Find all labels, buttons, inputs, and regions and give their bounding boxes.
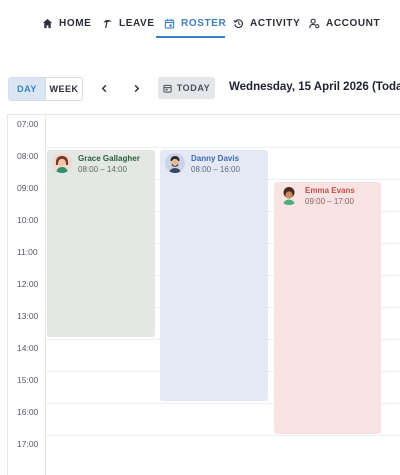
time-label: 13:00 (17, 311, 39, 321)
event-time-range: 09:00 – 17:00 (305, 197, 354, 206)
nav-roster-label: ROSTER (181, 17, 227, 29)
time-label: 10:00 (17, 215, 39, 225)
time-label: 11:00 (17, 247, 38, 257)
avatar (52, 153, 72, 173)
view-toggle: DAY WEEK (8, 77, 83, 101)
nav-leave-label: LEAVE (119, 17, 155, 29)
woman-avatar-icon (52, 153, 72, 173)
time-label: 12:00 (17, 279, 39, 289)
beach-umbrella-icon (103, 19, 112, 28)
avatar (165, 153, 185, 173)
man-avatar-icon (165, 153, 185, 173)
week-view-button[interactable]: WEEK (46, 78, 82, 100)
shift-event-grace-gallagher[interactable]: Grace Gallagher 08:00 – 14:00 (47, 150, 155, 337)
calendar-today-icon (163, 84, 172, 93)
event-time-range: 08:00 – 14:00 (78, 165, 127, 174)
nav-activity[interactable]: ACTIVITY (233, 10, 300, 36)
nav-account-label: ACCOUNT (326, 17, 381, 29)
nav-activity-label: ACTIVITY (250, 17, 301, 29)
today-button-label: TODAY (176, 83, 211, 93)
time-label: 07:00 (17, 119, 39, 129)
top-navigation: HOME LEAVE ROSTER ACTIVITY ACCOUNT (0, 0, 400, 46)
event-employee-name: Emma Evans (305, 186, 355, 195)
previous-day-button[interactable] (95, 79, 113, 97)
time-label: 09:00 (17, 183, 39, 193)
today-button[interactable]: TODAY (158, 77, 215, 99)
nav-home[interactable]: HOME (42, 10, 91, 36)
chevron-right-icon (134, 84, 139, 92)
home-icon (42, 18, 53, 28)
account-settings-icon (309, 18, 320, 28)
event-employee-name: Grace Gallagher (78, 154, 140, 163)
time-label: 15:00 (17, 375, 39, 385)
day-calendar: 07:00 08:00 09:00 10:00 11:00 12:00 13:0… (7, 114, 400, 475)
nav-home-label: HOME (59, 17, 92, 29)
time-label: 08:00 (17, 151, 39, 161)
event-time-range: 08:00 – 16:00 (191, 165, 240, 174)
hour-gridline (46, 435, 400, 436)
shift-event-danny-davis[interactable]: Danny Davis 08:00 – 16:00 (160, 150, 268, 401)
event-employee-name: Danny Davis (191, 154, 240, 163)
chevron-left-icon (101, 84, 106, 92)
current-date-title: Wednesday, 15 April 2026 (Today) (229, 81, 400, 93)
nav-roster[interactable]: ROSTER (164, 10, 226, 36)
time-gutter (8, 115, 46, 475)
hour-gridline (46, 147, 400, 148)
time-label: 14:00 (17, 343, 39, 353)
nav-leave[interactable]: LEAVE (102, 10, 155, 36)
history-icon (233, 18, 243, 28)
active-tab-indicator (156, 36, 225, 38)
day-view-button[interactable]: DAY (9, 78, 46, 100)
avatar (279, 185, 299, 205)
woman-avatar-icon (279, 185, 299, 205)
time-label: 16:00 (17, 407, 39, 417)
calendar-toolbar: DAY WEEK TODAY Wednesday, 15 April 2026 … (0, 76, 400, 102)
time-label: 17:00 (17, 439, 39, 449)
shift-event-emma-evans[interactable]: Emma Evans 09:00 – 17:00 (274, 182, 381, 434)
next-day-button[interactable] (127, 79, 145, 97)
calendar-icon (164, 18, 175, 29)
nav-account[interactable]: ACCOUNT (309, 10, 380, 36)
